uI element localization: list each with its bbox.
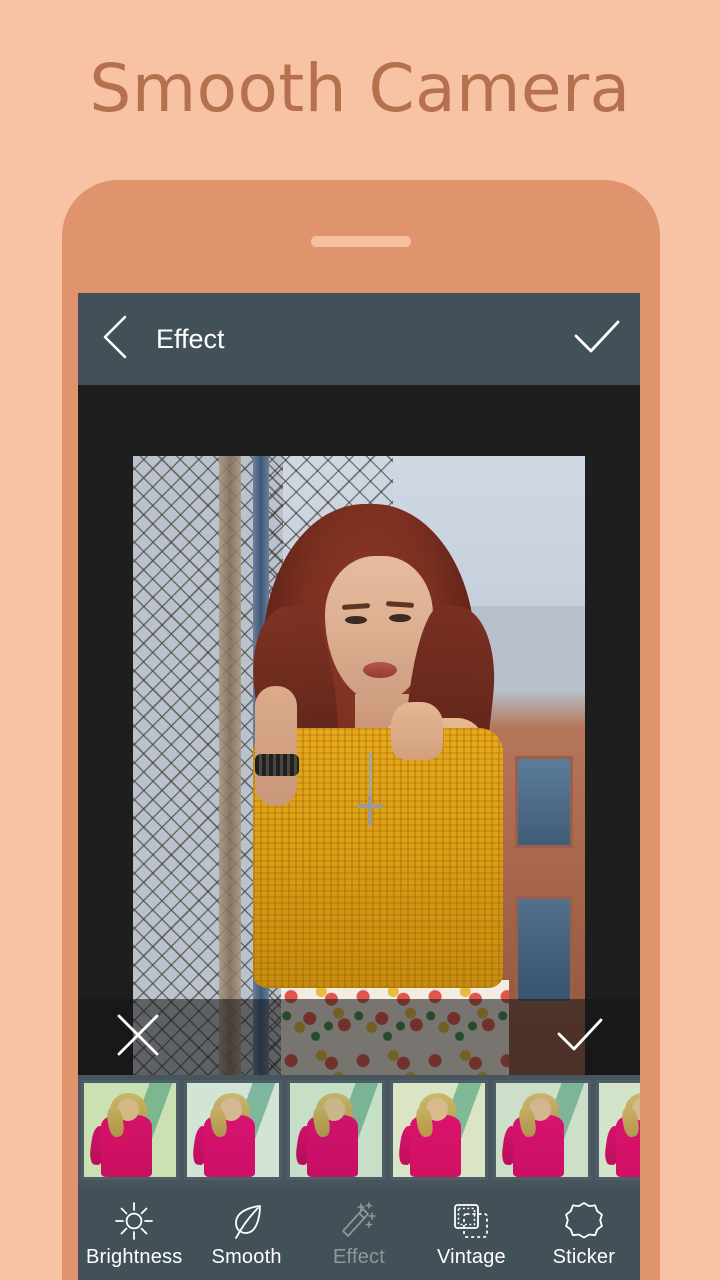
tool-label-vintage: Vintage xyxy=(436,1246,506,1268)
badge-icon xyxy=(564,1200,604,1242)
back-button[interactable] xyxy=(78,293,152,385)
app-header: Effect xyxy=(78,293,640,385)
filter-thumb-tint xyxy=(393,1083,485,1177)
tool-vintage[interactable]: Vintage xyxy=(415,1185,527,1280)
photo-eye-right xyxy=(389,614,411,622)
filter-thumb-tint xyxy=(496,1083,588,1177)
apply-edit-button[interactable] xyxy=(544,1001,616,1073)
tool-smooth[interactable]: Smooth xyxy=(190,1185,302,1280)
photo-bracelet xyxy=(255,754,299,776)
filter-thumbnail[interactable] xyxy=(81,1080,179,1180)
filter-thumbnail[interactable] xyxy=(390,1080,488,1180)
filter-thumbnail[interactable] xyxy=(287,1080,385,1180)
photo-lips xyxy=(363,662,397,678)
cancel-edit-button[interactable] xyxy=(102,1001,174,1073)
photo-action-bar xyxy=(78,999,640,1075)
photo-cross-pendant-stem xyxy=(368,796,372,826)
confirm-button[interactable] xyxy=(554,293,640,385)
check-icon xyxy=(556,1016,604,1059)
filter-thumb-tint xyxy=(84,1083,176,1177)
filter-thumb-tint xyxy=(187,1083,279,1177)
check-icon xyxy=(573,318,621,361)
photo-window-lower xyxy=(515,896,573,1004)
photo-arm-left xyxy=(255,686,297,806)
filter-thumb-tint xyxy=(599,1083,640,1177)
filter-thumbnail[interactable] xyxy=(596,1080,640,1180)
tool-label-brightness: Brightness xyxy=(85,1246,183,1268)
page-title: Smooth Camera xyxy=(89,50,631,127)
editor-toolbar: Brightness Smooth Effect Vintage Sticker xyxy=(78,1185,640,1280)
close-icon xyxy=(114,1011,162,1064)
filter-thumbnail[interactable] xyxy=(184,1080,282,1180)
sun-icon xyxy=(114,1200,154,1242)
phone-speaker xyxy=(311,236,411,247)
filter-thumb-tint xyxy=(290,1083,382,1177)
photo-hand-right xyxy=(391,702,443,760)
tool-label-effect: Effect xyxy=(333,1246,385,1268)
frames-icon xyxy=(451,1200,491,1242)
phone-screen: Effect Brightness Smooth Effect Vintage … xyxy=(78,293,640,1280)
photo-fence-post-wood xyxy=(219,456,241,1075)
page-title-effect: Effect xyxy=(156,323,225,354)
photo-eye-left xyxy=(345,616,367,624)
filter-thumbnail-strip[interactable] xyxy=(78,1075,640,1185)
magic-wand-icon xyxy=(339,1200,379,1242)
tool-brightness[interactable]: Brightness xyxy=(78,1185,190,1280)
tool-label-sticker: Sticker xyxy=(552,1246,616,1268)
chevron-left-icon xyxy=(100,314,130,365)
photo-canvas xyxy=(78,385,640,1075)
tool-sticker[interactable]: Sticker xyxy=(528,1185,640,1280)
tool-label-smooth: Smooth xyxy=(211,1246,282,1268)
photo-window-upper xyxy=(515,756,573,848)
filter-thumbnail[interactable] xyxy=(493,1080,591,1180)
tool-effect[interactable]: Effect xyxy=(303,1185,415,1280)
leaf-icon xyxy=(227,1200,267,1242)
preview-photo[interactable] xyxy=(133,456,585,1075)
